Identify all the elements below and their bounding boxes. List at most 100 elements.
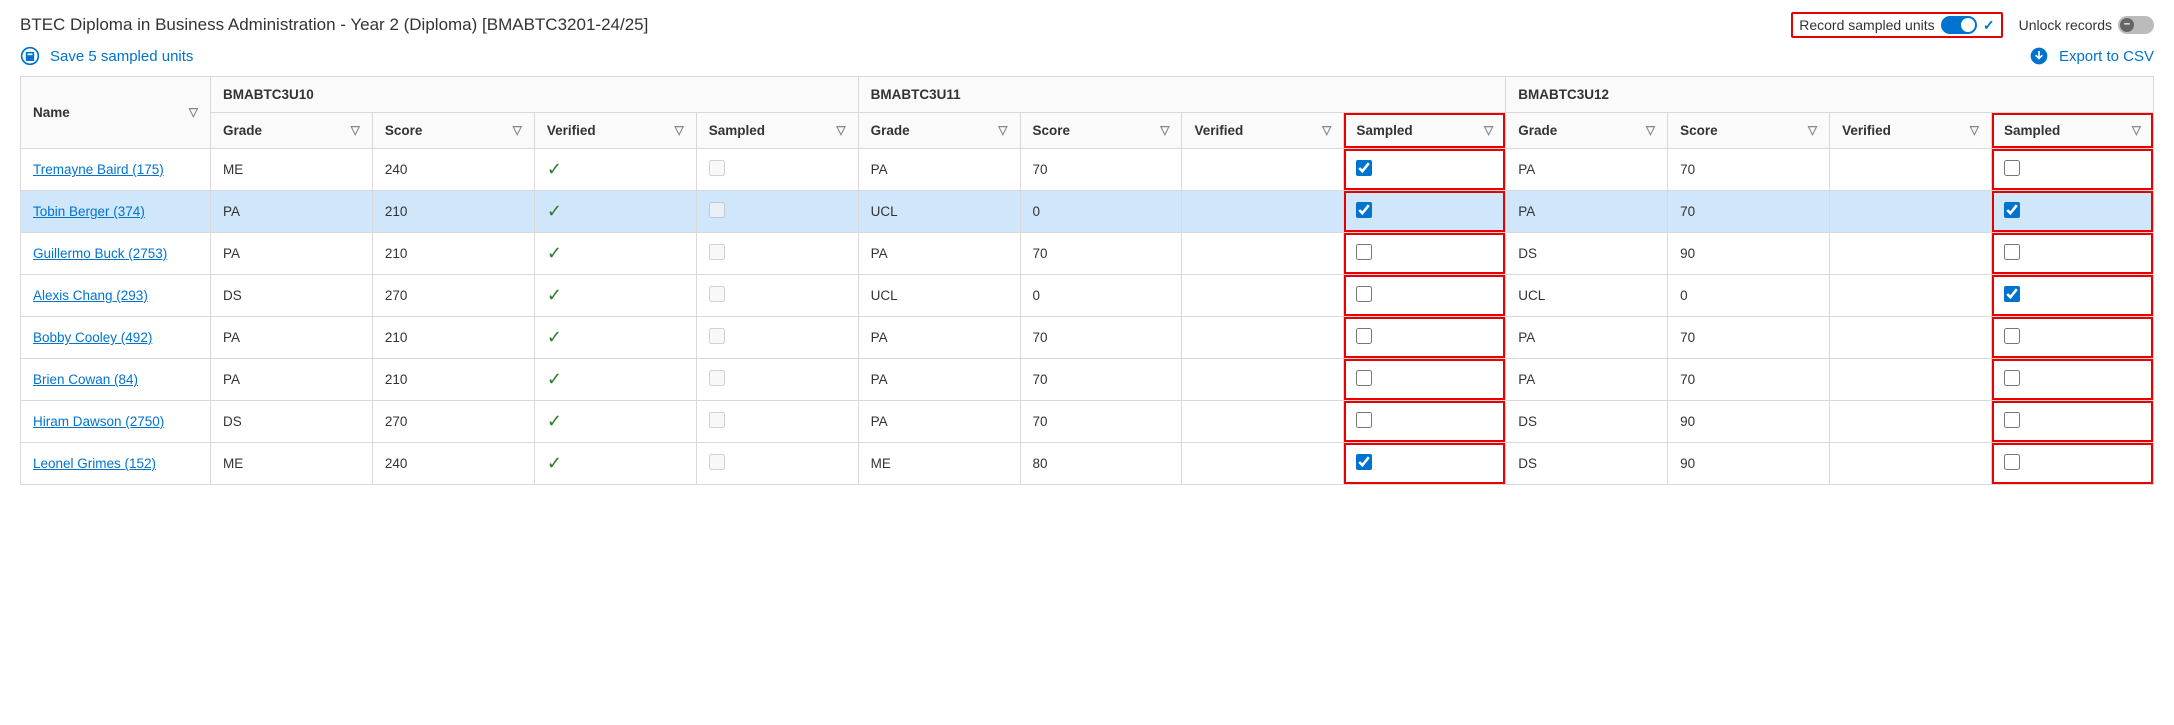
sampled-cell	[1991, 191, 2153, 233]
sampled-checkbox	[709, 286, 725, 302]
filter-icon[interactable]: ▽	[836, 123, 845, 137]
filter-icon[interactable]: ▽	[189, 105, 198, 119]
verified-cell	[1182, 149, 1344, 191]
score-cell: 0	[1020, 275, 1182, 317]
student-link[interactable]: Hiram Dawson (2750)	[33, 414, 164, 429]
col-header-verified[interactable]: Verified▽	[1182, 113, 1344, 149]
verified-cell: ✓	[534, 233, 696, 275]
sampled-checkbox	[709, 328, 725, 344]
sampled-checkbox	[709, 412, 725, 428]
filter-icon[interactable]: ▽	[1322, 123, 1331, 137]
col-header-grade[interactable]: Grade ▽	[211, 113, 373, 149]
col-header-grade[interactable]: Grade ▽	[858, 113, 1020, 149]
sampled-checkbox[interactable]	[1356, 244, 1372, 260]
student-link[interactable]: Brien Cowan (84)	[33, 372, 138, 387]
student-name-cell: Bobby Cooley (492)	[21, 317, 211, 359]
sampled-checkbox	[709, 202, 725, 218]
student-link[interactable]: Alexis Chang (293)	[33, 288, 148, 303]
record-sampled-toggle[interactable]: ✓	[1941, 16, 1977, 34]
verified-cell	[1830, 317, 1992, 359]
student-link[interactable]: Bobby Cooley (492)	[33, 330, 152, 345]
student-name-cell: Tremayne Baird (175)	[21, 149, 211, 191]
grade-cell: UCL	[858, 275, 1020, 317]
download-icon	[2029, 46, 2049, 66]
col-header-label: Score	[1680, 123, 1718, 138]
sampled-checkbox[interactable]	[2004, 328, 2020, 344]
sampled-checkbox[interactable]	[1356, 328, 1372, 344]
sampled-checkbox	[709, 160, 725, 176]
sampled-checkbox[interactable]	[1356, 202, 1372, 218]
student-link[interactable]: Tobin Berger (374)	[33, 204, 145, 219]
filter-icon[interactable]: ▽	[1808, 123, 1817, 137]
sampled-checkbox[interactable]	[2004, 286, 2020, 302]
table-row: Alexis Chang (293)DS270✓UCL0UCL0	[21, 275, 2154, 317]
score-cell: 70	[1020, 359, 1182, 401]
unlock-records-toggle[interactable]	[2118, 16, 2154, 34]
verified-cell: ✓	[534, 275, 696, 317]
col-header-verified[interactable]: Verified▽	[1830, 113, 1992, 149]
grade-cell: DS	[211, 401, 373, 443]
verified-cell	[1182, 317, 1344, 359]
verified-cell: ✓	[534, 191, 696, 233]
col-header-sampled[interactable]: Sampled▽	[1344, 113, 1506, 149]
filter-icon[interactable]: ▽	[1484, 123, 1493, 137]
filter-icon[interactable]: ▽	[1160, 123, 1169, 137]
grade-cell: PA	[858, 359, 1020, 401]
sampled-cell	[1991, 233, 2153, 275]
filter-icon[interactable]: ▽	[1970, 123, 1979, 137]
sampled-cell	[1991, 401, 2153, 443]
sampled-checkbox[interactable]	[1356, 286, 1372, 302]
filter-icon[interactable]: ▽	[674, 123, 683, 137]
sampled-checkbox[interactable]	[2004, 370, 2020, 386]
student-link[interactable]: Leonel Grimes (152)	[33, 456, 156, 471]
col-header-label: Grade	[223, 123, 262, 138]
sampled-checkbox[interactable]	[1356, 412, 1372, 428]
col-header-score[interactable]: Score ▽	[1668, 113, 1830, 149]
grade-cell: PA	[858, 317, 1020, 359]
score-cell: 270	[372, 401, 534, 443]
col-header-label: Grade	[871, 123, 910, 138]
grade-cell: ME	[211, 149, 373, 191]
col-header-sampled[interactable]: Sampled▽	[1991, 113, 2153, 149]
col-header-verified[interactable]: Verified▽	[534, 113, 696, 149]
save-icon	[20, 46, 40, 66]
student-name-cell: Hiram Dawson (2750)	[21, 401, 211, 443]
verified-cell	[1830, 401, 1992, 443]
check-icon: ✓	[547, 159, 562, 179]
verified-cell	[1182, 233, 1344, 275]
grade-cell: ME	[858, 443, 1020, 485]
sampled-checkbox[interactable]	[1356, 454, 1372, 470]
col-header-score[interactable]: Score▽	[1020, 113, 1182, 149]
sampled-checkbox[interactable]	[2004, 160, 2020, 176]
student-link[interactable]: Tremayne Baird (175)	[33, 162, 164, 177]
sampled-checkbox[interactable]	[2004, 244, 2020, 260]
save-sampled-button[interactable]: Save 5 sampled units	[20, 46, 193, 66]
sampled-checkbox[interactable]	[1356, 370, 1372, 386]
sampled-checkbox[interactable]	[2004, 202, 2020, 218]
filter-icon[interactable]: ▽	[1646, 123, 1655, 137]
score-cell: 70	[1668, 317, 1830, 359]
table-row: Bobby Cooley (492)PA210✓PA70PA70	[21, 317, 2154, 359]
verified-cell: ✓	[534, 149, 696, 191]
sampled-checkbox[interactable]	[2004, 412, 2020, 428]
export-csv-button[interactable]: Export to CSV	[2029, 46, 2154, 66]
grade-cell: PA	[1506, 191, 1668, 233]
col-header-sampled[interactable]: Sampled▽	[696, 113, 858, 149]
sampled-checkbox[interactable]	[1356, 160, 1372, 176]
filter-icon[interactable]: ▽	[2132, 123, 2141, 137]
filter-icon[interactable]: ▽	[998, 123, 1007, 137]
col-header-score[interactable]: Score▽	[372, 113, 534, 149]
sampled-cell	[1344, 443, 1506, 485]
col-header-grade[interactable]: Grade▽	[1506, 113, 1668, 149]
score-cell: 80	[1020, 443, 1182, 485]
header-controls: Record sampled units ✓ Unlock records	[1791, 12, 2154, 38]
col-header-name[interactable]: Name ▽	[21, 77, 211, 149]
student-link[interactable]: Guillermo Buck (2753)	[33, 246, 167, 261]
sampled-checkbox[interactable]	[2004, 454, 2020, 470]
filter-icon[interactable]: ▽	[351, 123, 360, 137]
verified-cell	[1830, 149, 1992, 191]
sampled-cell	[1991, 359, 2153, 401]
filter-icon[interactable]: ▽	[513, 123, 522, 137]
verified-cell	[1830, 443, 1992, 485]
grade-cell: PA	[858, 401, 1020, 443]
